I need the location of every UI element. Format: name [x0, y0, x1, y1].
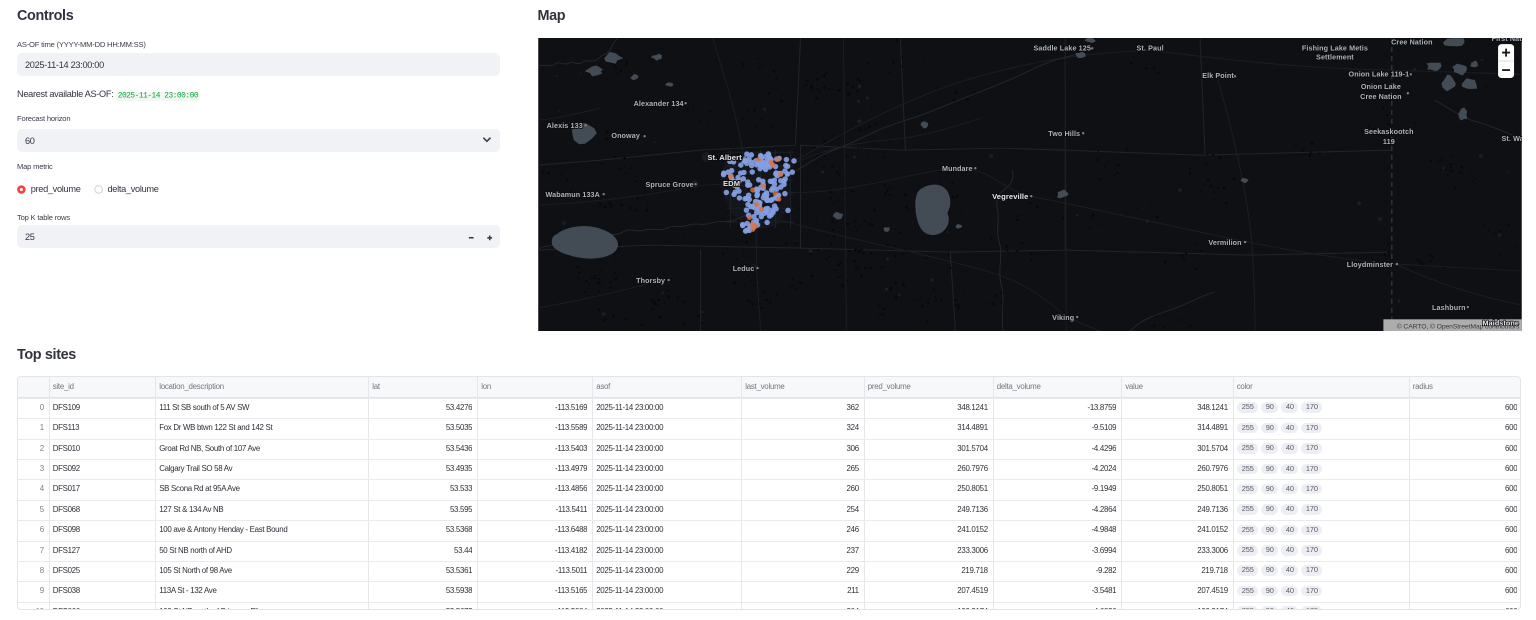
- svg-text:Mundare: Mundare: [941, 164, 972, 173]
- svg-text:Viking: Viking: [1052, 313, 1074, 322]
- svg-text:Two Hills: Two Hills: [1048, 129, 1080, 138]
- svg-text:Alexis 133: Alexis 133: [546, 121, 582, 130]
- svg-text:EDM: EDM: [722, 179, 739, 188]
- svg-text:119: 119: [1382, 137, 1394, 146]
- svg-text:St. Albert: St. Albert: [707, 153, 742, 162]
- svg-text:Onion Lake 119-1: Onion Lake 119-1: [1348, 69, 1409, 78]
- svg-text:Vegreville: Vegreville: [992, 192, 1028, 201]
- svg-text:Lloydminster: Lloydminster: [1346, 260, 1392, 269]
- svg-text:Maidstone: Maidstone: [1482, 318, 1518, 327]
- svg-text:Lashburn: Lashburn: [1432, 303, 1466, 312]
- svg-text:Onoway: Onoway: [611, 131, 640, 140]
- svg-text:Fishing Lake Metis: Fishing Lake Metis: [1301, 43, 1367, 52]
- svg-text:First Nati: First Nati: [1491, 38, 1521, 43]
- svg-text:St. Wall: St. Wall: [1501, 134, 1521, 143]
- svg-text:Vermilion: Vermilion: [1208, 238, 1241, 247]
- svg-text:Seekaskootch: Seekaskootch: [1364, 127, 1414, 136]
- svg-text:Settlement: Settlement: [1316, 52, 1354, 61]
- svg-text:Spruce Grove: Spruce Grove: [645, 180, 693, 189]
- svg-text:Onion Lake: Onion Lake: [1360, 82, 1400, 91]
- svg-text:Cree Nation: Cree Nation: [1360, 92, 1401, 101]
- svg-text:Saddle Lake 125: Saddle Lake 125: [1033, 43, 1090, 52]
- svg-text:Alexander 134: Alexander 134: [633, 99, 683, 108]
- svg-text:Elk Point: Elk Point: [1202, 71, 1234, 80]
- svg-text:Cree Nation: Cree Nation: [1391, 38, 1432, 46]
- svg-text:Thorsby: Thorsby: [636, 276, 665, 285]
- svg-text:Leduc: Leduc: [732, 264, 754, 273]
- svg-text:St. Paul: St. Paul: [1136, 43, 1163, 52]
- svg-text:Wabamun 133A: Wabamun 133A: [545, 190, 599, 199]
